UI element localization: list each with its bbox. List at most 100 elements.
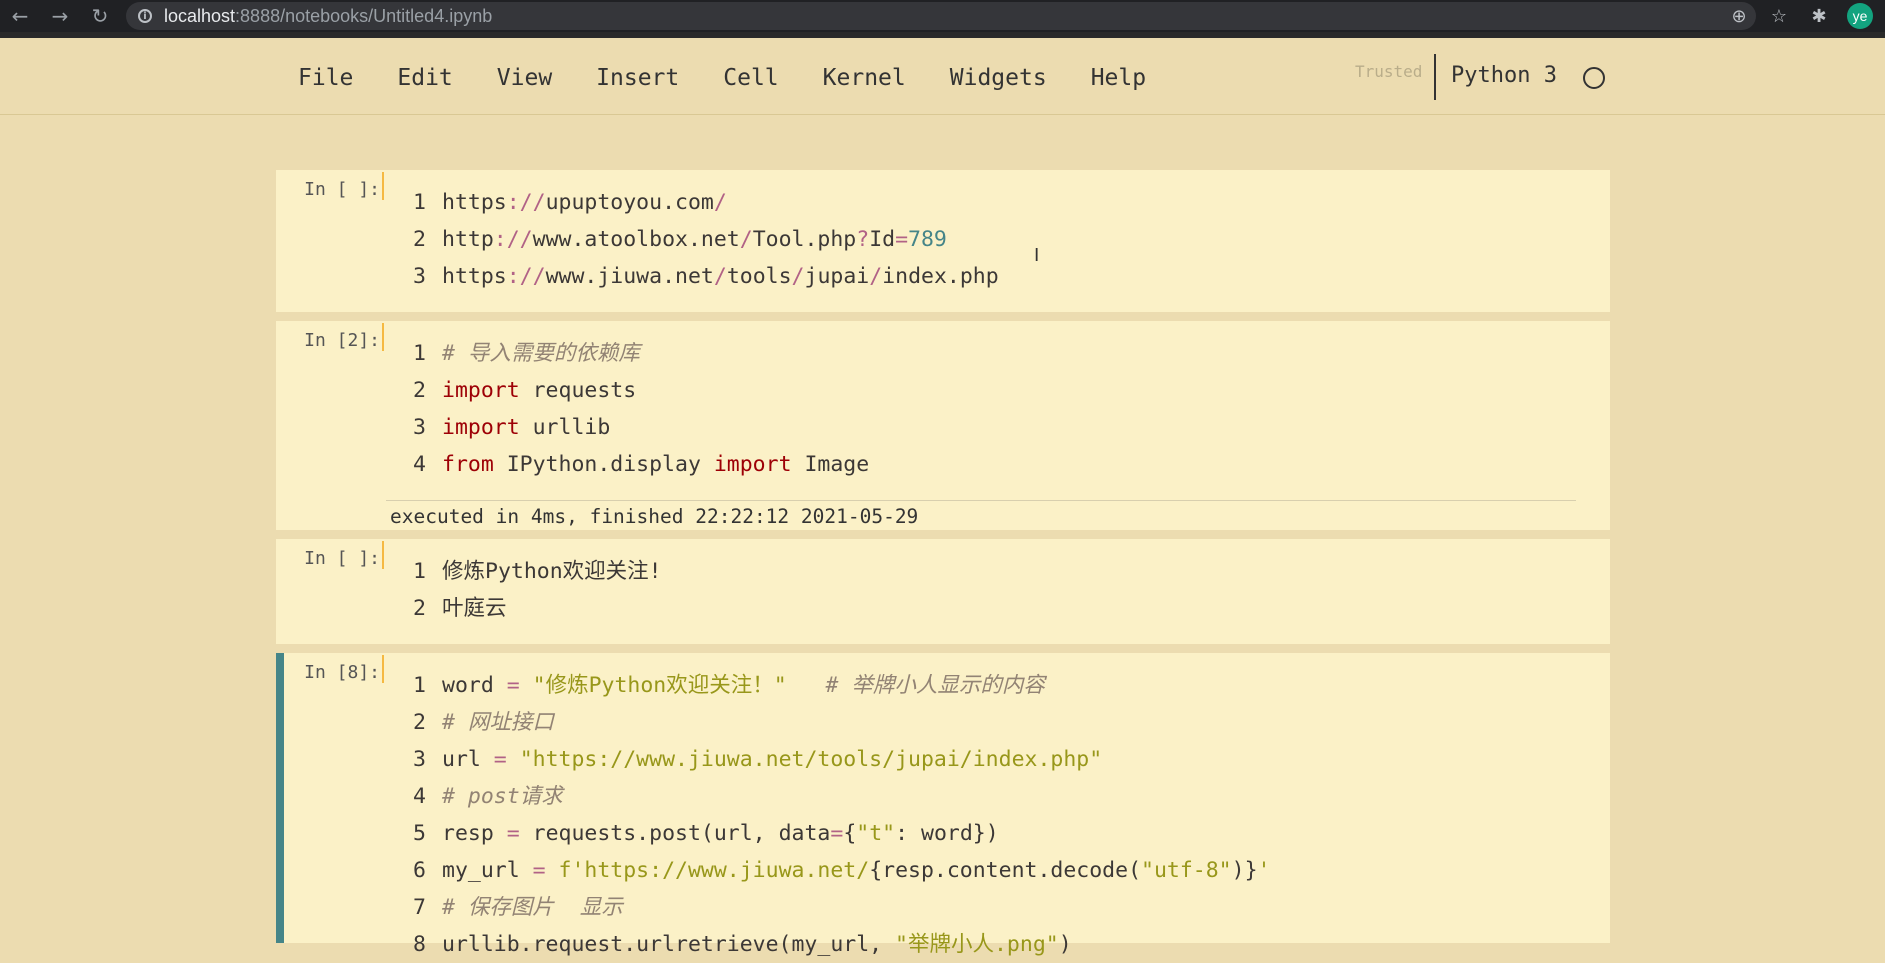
code-token: requests.post(url, data [519,821,831,846]
code-token: https [442,190,507,215]
code-line[interactable]: 4 # post请求 [386,778,1270,815]
code-token: ) [1058,932,1072,957]
line-number: 4 [413,784,426,809]
menu-widgets[interactable]: Widgets [928,62,1069,94]
code-token: 叶庭云 [442,596,507,621]
menu-cell[interactable]: Cell [701,62,800,94]
code-line[interactable]: 2 import requests [386,372,869,409]
code-editor[interactable]: 1 word = "修炼Python欢迎关注！" # 举牌小人显示的内容 2 # 网址… [386,667,1270,963]
reload-icon[interactable]: ↻ [80,0,120,32]
menu-insert[interactable]: Insert [574,62,701,94]
line-number: 2 [413,596,426,621]
code-token: {resp.content.decode( [869,858,1142,883]
line-number: 2 [413,227,426,252]
code-cell-1[interactable]: In [ ]: 1 https://upuptoyou.com/2 http://w… [276,170,1610,312]
line-number: 3 [413,415,426,440]
code-token: # 网址接口 [442,710,554,735]
line-number: 3 [413,264,426,289]
line-number: 5 [413,821,426,846]
url-text: localhost:8888/notebooks/Untitled4.ipynb [164,6,492,27]
code-line[interactable]: 1 https://upuptoyou.com/ [386,184,999,221]
bookmark-star-icon[interactable]: ☆ [1759,6,1799,27]
code-token: / [713,264,727,289]
code-token: www.atoolbox.net [532,227,740,252]
address-bar[interactable]: i localhost:8888/notebooks/Untitled4.ipy… [126,2,1756,30]
code-token: = [506,673,520,698]
code-editor[interactable]: 1 https://upuptoyou.com/2 http://www.atool… [386,184,999,295]
code-line[interactable]: 1 word = "修炼Python欢迎关注！" # 举牌小人显示的内容 [386,667,1270,704]
code-token: www.jiuwa.net [545,264,714,289]
code-line[interactable]: 4 from IPython.display import Image [386,446,869,483]
code-token: my_url [442,858,533,883]
code-line[interactable]: 6 my_url = f'https://www.jiuwa.net/{resp.… [386,852,1270,889]
prompt-marker [382,172,384,200]
code-token: urllib.request.urlretrieve(my_url, [442,932,896,957]
menu-help[interactable]: Help [1069,62,1168,94]
code-line[interactable]: 1 # 导入需要的依赖库 [386,335,869,372]
code-token: "https://www.jiuwa.net/tools/jupai/index… [519,747,1103,772]
code-editor[interactable]: 1 # 导入需要的依赖库 2 import requests 3 import urlli… [386,335,869,483]
menu-edit[interactable]: Edit [375,62,474,94]
code-token: index.php [882,264,999,289]
code-line[interactable]: 2 叶庭云 [386,590,662,627]
code-token: / [713,190,727,215]
code-token: / [869,264,883,289]
prompt-marker [382,541,384,569]
code-token: = [895,227,909,252]
code-line[interactable]: 3 import urllib [386,409,869,446]
code-line[interactable]: 8 urllib.request.urlretrieve(my_url, "举牌小… [386,926,1270,963]
code-token: / [791,264,805,289]
url-host: localhost [164,5,236,26]
line-number: 6 [413,858,426,883]
code-line[interactable]: 3 https://www.jiuwa.net/tools/jupai/index… [386,258,999,295]
code-token: 修炼Python欢迎关注! [442,559,662,584]
prompt-marker [382,323,384,351]
back-arrow-icon[interactable]: ← [0,0,40,32]
line-number: 1 [413,673,426,698]
code-line[interactable]: 2 # 网址接口 [386,704,1270,741]
prompt-marker [382,655,384,683]
code-token: requests [519,378,637,403]
code-token: resp [442,821,507,846]
code-token: = [506,821,520,846]
code-editor[interactable]: 1 修炼Python欢迎关注! 2 叶庭云 [386,553,662,627]
code-line[interactable]: 5 resp = requests.post(url, data={"t": wo… [386,815,1270,852]
zoom-icon[interactable]: ⊕ [1719,6,1759,27]
code-token: "utf-8" [1141,858,1232,883]
extensions-puzzle-icon[interactable]: ✱ [1799,6,1839,27]
line-number: 2 [413,710,426,735]
kernel-name[interactable]: Python 3 [1451,63,1557,88]
line-number: 1 [413,341,426,366]
url-path: :8888/notebooks/Untitled4.ipynb [235,5,493,26]
code-token: tools [726,264,792,289]
notebook-menubar: File Edit View Insert Cell Kernel Widgets Help … [0,38,1885,115]
code-token: 789 [908,227,947,252]
code-token: "t" [856,821,896,846]
kernel-idle-indicator-icon [1583,67,1605,89]
code-token: word [442,673,507,698]
menu-view[interactable]: View [475,62,574,94]
code-line[interactable]: 2 http://www.atoolbox.net/Tool.php?Id=789 [386,221,999,258]
line-number: 8 [413,932,426,957]
menu-file[interactable]: File [276,62,375,94]
cell-prompt: In [2]: [304,330,380,351]
code-token: :// [506,264,546,289]
code-cell-4-selected[interactable]: In [8]: 1 word = "修炼Python欢迎关注！" # 举牌小人显示… [276,653,1610,957]
code-token: https [442,264,507,289]
code-token: = [830,821,844,846]
code-line[interactable]: 7 # 保存图片 显示 [386,889,1270,926]
code-token: :// [493,227,533,252]
code-token: # 举牌小人显示的内容 [825,673,1045,698]
profile-avatar[interactable]: ye [1847,3,1873,29]
site-info-icon[interactable]: i [138,9,152,23]
code-cell-3[interactable]: In [ ]: 1 修炼Python欢迎关注! 2 叶庭云 [276,539,1610,644]
code-line[interactable]: 3 url = "https://www.jiuwa.net/tools/jupa… [386,741,1270,778]
code-cell-2[interactable]: In [2]: 1 # 导入需要的依赖库 2 import requests 3 impo… [276,321,1610,530]
cell-prompt: In [ ]: [304,548,380,569]
forward-arrow-icon[interactable]: → [40,0,80,32]
code-line[interactable]: 1 修炼Python欢迎关注! [386,553,662,590]
menu-kernel[interactable]: Kernel [801,62,928,94]
trusted-indicator[interactable]: Trusted [1355,62,1422,81]
